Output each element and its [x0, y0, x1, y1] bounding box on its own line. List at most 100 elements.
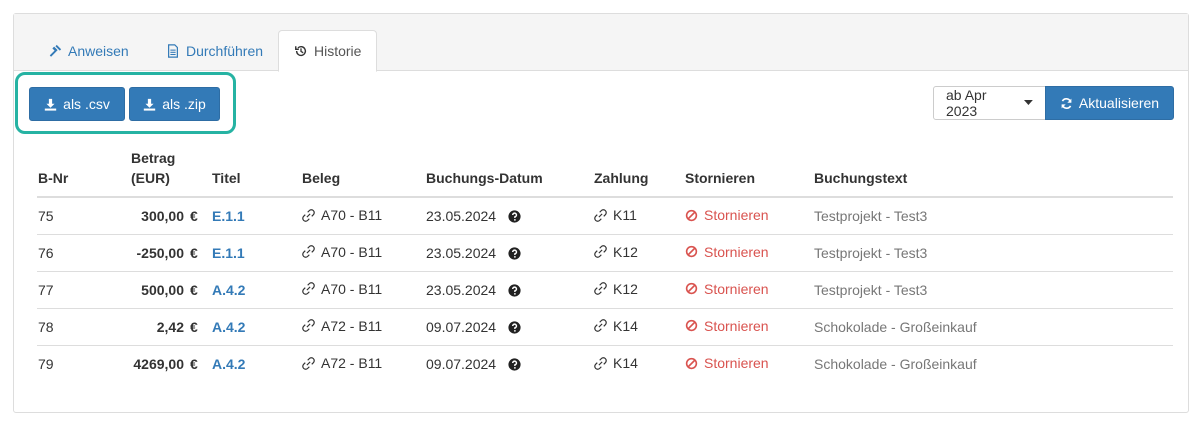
cell-buchungstext: Testprojekt - Test3: [814, 270, 1173, 308]
zahlung-link[interactable]: K14: [594, 355, 638, 371]
table-row: 77 500,00 € A.4.2 A70 - B11 23.05.2024 K…: [37, 270, 1173, 308]
tab-historie[interactable]: Historie: [278, 30, 378, 72]
cell-buchungstext: Testprojekt - Test3: [814, 207, 928, 224]
export-csv-label: als .csv: [63, 96, 110, 112]
question-circle-icon[interactable]: [508, 320, 521, 334]
titel-link[interactable]: A.4.2: [212, 282, 245, 298]
download-icon: [44, 98, 57, 111]
ban-icon: [685, 246, 698, 258]
table-row: 79 4269,00 € A.4.2 A72 - B11 09.07.2024 …: [37, 344, 1173, 382]
export-csv-button[interactable]: als .csv: [29, 87, 125, 121]
datum-value: 23.05.2024: [426, 207, 497, 224]
link-icon: [594, 282, 607, 296]
cell-buchungstext: Schokolade - Großeinkauf: [814, 307, 1173, 345]
link-icon: [302, 245, 315, 259]
question-circle-icon[interactable]: [508, 246, 521, 260]
refresh-label: Aktualisieren: [1078, 95, 1160, 111]
beleg-link[interactable]: A70 - B11: [302, 207, 382, 223]
cell-nr: 78: [37, 307, 95, 345]
tab-historie-label: Historie: [314, 43, 362, 59]
booking-table: B-Nr Betrag (EUR) Titel Beleg Buchungs-D…: [37, 148, 1173, 382]
titel-link[interactable]: E.1.1: [212, 208, 245, 224]
titel-link[interactable]: A.4.2: [212, 356, 245, 372]
storno-button[interactable]: Stornieren: [685, 281, 769, 297]
tab-durchfuehren-label: Durchführen: [186, 42, 264, 59]
zahlung-label: K12: [613, 243, 638, 260]
link-icon: [302, 356, 315, 370]
date-filter-value: ab Apr 2023: [946, 87, 987, 119]
col-zahlung-header: Zahlung: [594, 148, 685, 198]
table-header-row: B-Nr Betrag (EUR) Titel Beleg Buchungs-D…: [37, 148, 1173, 198]
cell-buchungstext: Testprojekt - Test3: [814, 233, 1173, 271]
cell-betrag: 300,00: [141, 207, 184, 224]
col-datum-header: Buchungs-Datum: [426, 148, 594, 198]
datum-value: 23.05.2024: [426, 281, 497, 298]
cell-currency: €: [190, 270, 206, 308]
titel-link[interactable]: E.1.1: [212, 245, 245, 261]
link-icon: [302, 282, 315, 296]
col-beleg-header: Beleg: [302, 148, 426, 198]
link-icon: [594, 356, 607, 370]
table-row: 75 300,00 € E.1.1 A70 - B11 23.05.2024 K…: [37, 197, 1173, 234]
link-icon: [594, 208, 607, 222]
cell-currency: €: [190, 307, 206, 345]
beleg-link[interactable]: A70 - B11: [302, 281, 382, 297]
zahlung-link[interactable]: K14: [594, 318, 638, 334]
zahlung-label: K12: [613, 280, 638, 297]
beleg-label: A72 - B11: [321, 317, 383, 334]
refresh-icon: [1061, 97, 1072, 109]
storno-button[interactable]: Stornieren: [685, 207, 769, 223]
zahlung-label: K14: [613, 317, 638, 334]
tab-anweisen[interactable]: Anweisen: [32, 30, 145, 71]
beleg-label: A70 - B11: [321, 243, 383, 260]
cell-currency: €: [190, 207, 198, 224]
ban-icon: [685, 320, 698, 332]
document-icon: [168, 43, 178, 58]
cell-betrag: 2,42: [95, 307, 190, 345]
cell-nr: 76: [37, 233, 95, 271]
question-circle-icon[interactable]: [508, 210, 521, 223]
link-icon: [302, 319, 315, 333]
tab-bar: Anweisen Durchführen Historie: [14, 14, 1188, 72]
storno-label: Stornieren: [704, 207, 769, 223]
storno-label: Stornieren: [704, 280, 769, 297]
titel-link[interactable]: A.4.2: [212, 319, 245, 335]
storno-label: Stornieren: [704, 317, 769, 334]
download-icon: [144, 98, 156, 111]
storno-label: Stornieren: [704, 243, 769, 260]
export-zip-button[interactable]: als .zip: [129, 87, 220, 121]
datum-value: 09.07.2024: [426, 318, 497, 335]
zahlung-label: K14: [613, 355, 638, 371]
storno-button[interactable]: Stornieren: [685, 318, 769, 334]
cell-betrag: 500,00: [95, 270, 190, 308]
beleg-link[interactable]: A70 - B11: [302, 244, 382, 260]
ban-icon: [685, 283, 698, 295]
cell-betrag: -250,00: [95, 233, 190, 271]
beleg-link[interactable]: A72 - B11: [302, 355, 382, 371]
storno-label: Stornieren: [704, 355, 769, 371]
table-row: 78 2,42 € A.4.2 A72 - B11 09.07.2024 K14…: [37, 307, 1173, 345]
zahlung-link[interactable]: K11: [594, 207, 637, 223]
table-row: 76 -250,00 € E.1.1 A70 - B11 23.05.2024 …: [37, 233, 1173, 271]
zahlung-link[interactable]: K12: [594, 244, 638, 260]
export-zip-label: als .zip: [162, 96, 206, 112]
col-betrag-unit: (EUR): [131, 170, 170, 186]
storno-button[interactable]: Stornieren: [685, 244, 769, 260]
cell-nr: 75: [38, 207, 54, 224]
date-filter-dropdown[interactable]: ab Apr 2023: [933, 86, 1046, 120]
storno-button[interactable]: Stornieren: [685, 355, 769, 371]
col-text-header: Buchungstext: [814, 148, 1173, 198]
question-circle-icon[interactable]: [508, 358, 521, 371]
cell-buchungstext: Schokolade - Großeinkauf: [814, 344, 1173, 382]
link-icon: [594, 245, 607, 259]
zahlung-link[interactable]: K12: [594, 281, 638, 297]
col-betrag-label: Betrag: [131, 150, 176, 166]
refresh-button[interactable]: Aktualisieren: [1045, 86, 1174, 120]
col-titel-header: Titel: [206, 148, 302, 198]
beleg-link[interactable]: A72 - B11: [302, 318, 382, 334]
col-nr-header: B-Nr: [37, 148, 95, 198]
col-storno-header: Stornieren: [685, 148, 814, 198]
tab-durchfuehren[interactable]: Durchführen: [150, 30, 279, 71]
question-circle-icon[interactable]: [508, 283, 521, 297]
link-icon: [594, 319, 607, 333]
